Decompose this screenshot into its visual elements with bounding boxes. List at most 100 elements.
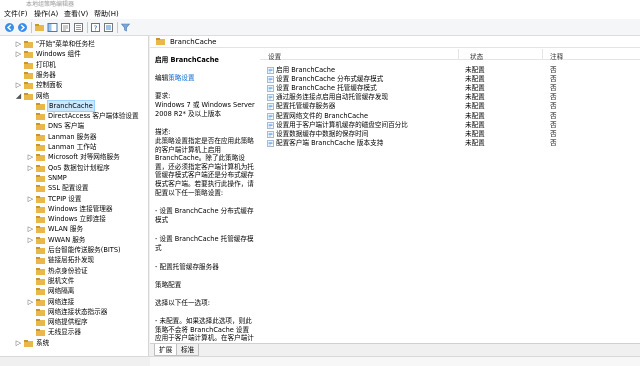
setting-state: 未配置 <box>465 75 485 84</box>
expander-icon[interactable]: ▷ <box>15 49 22 59</box>
column-state[interactable]: 状态 <box>470 51 483 61</box>
refresh-icon[interactable] <box>60 22 71 33</box>
tree-item[interactable]: Lanman 服务器 <box>0 132 148 142</box>
up-folder-icon[interactable] <box>34 22 45 33</box>
filter-icon[interactable] <box>120 22 131 33</box>
export-list-icon[interactable] <box>73 22 84 33</box>
forward-icon[interactable] <box>17 22 28 33</box>
expander-icon[interactable]: ▷ <box>27 194 34 204</box>
tree-item[interactable]: ▷ QoS 数据包计划程序 <box>0 163 148 173</box>
tree-item[interactable]: 后台智能传送服务(BITS) <box>0 245 148 255</box>
tree-item[interactable]: BranchCache <box>0 99 148 112</box>
show-hide-tree-icon[interactable] <box>47 22 58 33</box>
policy-icon <box>267 121 274 129</box>
expander-icon[interactable] <box>27 121 34 131</box>
expander-icon[interactable] <box>27 142 34 152</box>
edit-policy-link[interactable]: 策略设置 <box>168 74 194 82</box>
tree-item[interactable]: ▷ 网络连接 <box>0 297 148 307</box>
tree-item[interactable]: Windows 立即连接 <box>0 214 148 224</box>
tree-item[interactable]: ▷ Windows 组件 <box>0 49 148 59</box>
expander-icon[interactable] <box>15 70 22 80</box>
tree-item[interactable]: DirectAccess 客户端体验设置 <box>0 111 148 121</box>
setting-state: 未配置 <box>465 129 485 138</box>
back-icon[interactable] <box>4 22 15 33</box>
expander-icon[interactable] <box>27 307 34 317</box>
setting-row[interactable]: 设置数据缓存中数据的保存时间 未配置 否 <box>260 130 640 139</box>
expander-icon[interactable]: ▷ <box>27 235 34 245</box>
tree-item[interactable]: 热点身份验证 <box>0 266 148 276</box>
folder-icon <box>36 123 45 131</box>
expander-icon[interactable] <box>27 101 34 111</box>
setting-row[interactable]: 配置网络文件的 BranchCache 未配置 否 <box>260 112 640 121</box>
policy-icon <box>267 94 274 102</box>
tree-item[interactable]: 无线显示器 <box>0 327 148 337</box>
column-divider[interactable] <box>542 49 543 59</box>
setting-row[interactable]: 通过服务连接点启用自动托管缓存发现 未配置 否 <box>260 93 640 102</box>
expander-icon[interactable] <box>15 60 22 70</box>
settings-list: 设置 状态 注释 启用 BranchCache 未配置否设置 BranchCach… <box>260 48 640 343</box>
column-divider[interactable] <box>458 49 459 59</box>
tree-item[interactable]: ▷ 系统 <box>0 338 148 348</box>
help-icon[interactable]: ? <box>90 22 101 33</box>
tree-item[interactable]: 服务器 <box>0 70 148 80</box>
tree-item[interactable]: 网络连接状态指示器 <box>0 307 148 317</box>
column-setting[interactable]: 设置 <box>268 51 281 61</box>
expander-icon[interactable]: ▷ <box>27 224 34 234</box>
expander-icon[interactable] <box>27 286 34 296</box>
tree-item[interactable]: 网络隔离 <box>0 286 148 296</box>
expander-icon[interactable] <box>27 317 34 327</box>
expander-icon[interactable]: ▷ <box>27 163 34 173</box>
expander-icon[interactable]: ▷ <box>15 338 22 348</box>
tree-item[interactable]: SNMP <box>0 173 148 183</box>
expander-icon[interactable]: ▷ <box>15 80 22 90</box>
tree-item[interactable]: SSL 配置设置 <box>0 183 148 193</box>
menu-view[interactable]: 查看(V) <box>64 9 88 19</box>
expander-icon[interactable] <box>27 214 34 224</box>
tree-item[interactable]: DNS 客户端 <box>0 121 148 131</box>
setting-row[interactable]: 设置 BranchCache 托管缓存模式 未配置 否 <box>260 84 640 93</box>
expander-icon[interactable] <box>27 183 34 193</box>
tree-item[interactable]: ▷ TCPIP 设置 <box>0 194 148 204</box>
tree-item[interactable]: ▷ WLAN 服务 <box>0 224 148 234</box>
expander-icon[interactable]: ◢ <box>15 91 22 101</box>
tree-item[interactable]: 打印机 <box>0 60 148 70</box>
setting-row[interactable]: 设置用于客户端计算机缓存的磁盘空间百分比 未配置 否 <box>260 121 640 130</box>
tree-item[interactable]: 脱机文件 <box>0 276 148 286</box>
tree-item[interactable]: 网络提供程序 <box>0 317 148 327</box>
expander-icon[interactable] <box>27 276 34 286</box>
tab-extended[interactable]: 扩展 <box>154 344 178 356</box>
tree-item[interactable]: 链接层拓扑发现 <box>0 255 148 265</box>
folder-icon <box>36 319 45 327</box>
menu-help[interactable]: 帮助(H) <box>94 9 119 19</box>
setting-row[interactable]: 启用 BranchCache 未配置 否 <box>260 66 640 75</box>
properties-icon[interactable] <box>103 22 114 33</box>
expander-icon[interactable] <box>27 245 34 255</box>
tab-standard[interactable]: 标准 <box>176 344 200 356</box>
expander-icon[interactable] <box>27 173 34 183</box>
tree-item[interactable]: Windows 连接管理器 <box>0 204 148 214</box>
expander-icon[interactable] <box>27 327 34 337</box>
expander-icon[interactable]: ▷ <box>15 39 22 49</box>
description-bullet: - 设置 BranchCache 分布式缓存模式 <box>155 207 254 224</box>
folder-icon <box>36 133 45 141</box>
tree-item[interactable]: ◢ 网络 <box>0 91 148 101</box>
setting-row[interactable]: 配置托管缓存服务器 未配置 否 <box>260 102 640 111</box>
setting-row[interactable]: 设置 BranchCache 分布式缓存模式 未配置 否 <box>260 75 640 84</box>
menu-action[interactable]: 操作(A) <box>34 9 58 19</box>
menu-file[interactable]: 文件(F) <box>4 9 28 19</box>
expander-icon[interactable]: ▷ <box>27 297 34 307</box>
expander-icon[interactable] <box>27 266 34 276</box>
expander-icon[interactable] <box>27 204 34 214</box>
tree-item[interactable]: ▷ Microsoft 对等网络服务 <box>0 152 148 162</box>
expander-icon[interactable]: ▷ <box>27 152 34 162</box>
tree-item[interactable]: ▷ "开始"菜单和任务栏 <box>0 39 148 49</box>
tree-item[interactable]: ▷ 控制面板 <box>0 80 148 90</box>
tree-item-label: 后台智能传送服务(BITS) <box>48 246 121 254</box>
tree-item[interactable]: Lanman 工作站 <box>0 142 148 152</box>
setting-row[interactable]: 配置客户端 BranchCache 版本支持 未配置 否 <box>260 139 640 148</box>
expander-icon[interactable] <box>27 255 34 265</box>
tree-item[interactable]: ▷ WWAN 服务 <box>0 235 148 245</box>
expander-icon[interactable] <box>27 111 34 121</box>
expander-icon[interactable] <box>27 132 34 142</box>
column-comment[interactable]: 注释 <box>550 51 563 61</box>
